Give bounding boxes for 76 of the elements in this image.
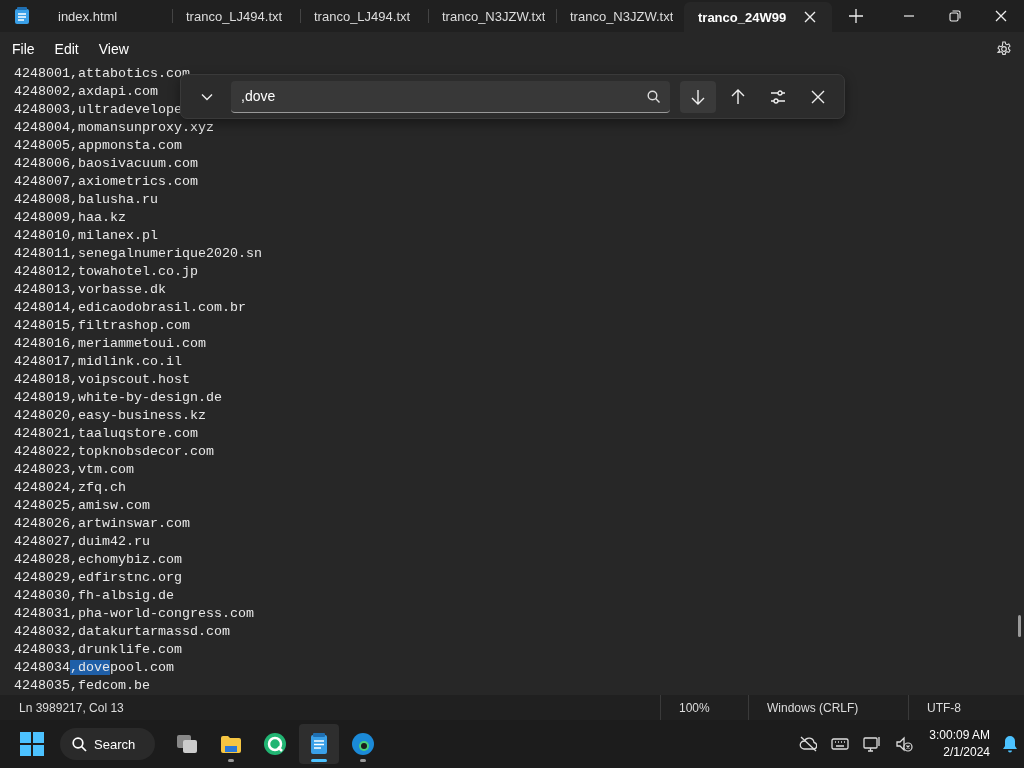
tab[interactable]: tranco_LJ494.txt — [300, 0, 428, 32]
text-line: 4248004,momansunproxy.xyz — [14, 119, 214, 137]
text-line: 4248010,milanex.pl — [14, 227, 158, 245]
keyboard-icon[interactable] — [831, 735, 850, 753]
tab[interactable]: tranco_N3JZW.txt — [556, 0, 684, 32]
close-icon[interactable] — [810, 88, 826, 105]
bell-icon[interactable] — [1002, 735, 1018, 753]
text-line: 4248001,attabotics.com — [14, 65, 190, 83]
text-line: 4248009,haa.kz — [14, 209, 126, 227]
text-line: 4248003,ultradevelope — [14, 101, 182, 119]
text-line: 4248023,vtm.com — [14, 461, 134, 479]
text-line: 4248018,voipscout.host — [14, 371, 190, 389]
text-line: 4248016,meriammetoui.com — [14, 335, 206, 353]
text-line: 4248006,baosivacuum.com — [14, 155, 198, 173]
encoding: UTF-8 — [927, 700, 961, 715]
sliders-icon[interactable] — [770, 88, 786, 105]
search-icon — [72, 736, 87, 752]
text-line: 4248012,towahotel.co.jp — [14, 263, 198, 281]
text-line: 4248022,topknobsdecor.com — [14, 443, 214, 461]
windows-icon[interactable] — [175, 732, 200, 756]
text-line: 4248015,filtrashop.com — [14, 317, 190, 335]
text-line: 4248011,senegalnumerique2020.sn — [14, 245, 262, 263]
plus-icon[interactable] — [849, 9, 863, 23]
tab[interactable]: tranco_LJ494.txt — [172, 0, 300, 32]
cursor-position: Ln 3989217, Col 13 — [18, 700, 125, 715]
chevron-down-icon[interactable] — [201, 92, 213, 101]
volume-muted-icon[interactable] — [895, 735, 914, 753]
start-icon[interactable] — [20, 732, 44, 756]
tab[interactable]: tranco_24W99 — [684, 2, 832, 32]
text-line: 4248034,dovepool.com — [14, 659, 174, 677]
zoom-level: 100% — [679, 700, 710, 715]
search-field[interactable]: ,dove — [231, 80, 670, 113]
taskbar-app[interactable] — [299, 724, 340, 764]
text-line: 4248021,taaluqstore.com — [14, 425, 198, 443]
text-line: 4248025,amisw.com — [14, 497, 150, 515]
close-icon[interactable] — [804, 11, 816, 23]
settings-icon[interactable] — [996, 40, 1012, 57]
clock-time[interactable]: 3:00:09 AM — [929, 727, 990, 744]
ring-app-icon[interactable] — [263, 732, 288, 756]
text-line: 4248019,white-by-design.de — [14, 389, 222, 407]
arrow-down-icon[interactable] — [690, 88, 706, 105]
cloud-off-icon[interactable] — [799, 735, 818, 753]
text-line: 4248008,balusha.ru — [14, 191, 158, 209]
arrow-up-icon[interactable] — [730, 88, 746, 105]
text-line: 4248026,artwinswar.com — [14, 515, 190, 533]
text-line: 4248013,vorbasse.dk — [14, 281, 166, 299]
menu-item[interactable]: File — [2, 35, 45, 62]
search-match: ,dove — [70, 660, 110, 675]
text-line: 4248035,fedcom.be — [14, 677, 150, 695]
notepad-icon — [14, 7, 30, 25]
clock-date[interactable]: 2/1/2024 — [943, 744, 990, 761]
text-line: 4248005,appmonsta.com — [14, 137, 182, 155]
text-line: 4248027,duim42.ru — [14, 533, 150, 551]
edge-icon[interactable] — [351, 732, 376, 756]
text-line: 4248024,zfq.ch — [14, 479, 126, 497]
search-box[interactable]: Search — [60, 728, 156, 760]
text-line: 4248017,midlink.co.il — [14, 353, 182, 371]
scrollbar-thumb[interactable] — [1018, 615, 1021, 637]
text-line: 4248014,edicaodobrasil.com.br — [14, 299, 246, 317]
search-icon[interactable] — [647, 89, 660, 103]
menu-item[interactable]: Edit — [44, 35, 89, 62]
line-ending: Windows (CRLF) — [767, 700, 859, 715]
tab[interactable]: index.html — [44, 0, 172, 32]
text-line: 4248029,edfirstnc.org — [14, 569, 182, 587]
text-line: 4248020,easy-business.kz — [14, 407, 206, 425]
close-icon[interactable] — [995, 10, 1007, 22]
text-line: 4248028,echomybiz.com — [14, 551, 182, 569]
text-line: 4248007,axiometrics.com — [14, 173, 198, 191]
text-line: 4248030,fh-albsig.de — [14, 587, 174, 605]
text-line: 4248033,drunklife.com — [14, 641, 182, 659]
tab[interactable]: tranco_N3JZW.txt — [428, 0, 556, 32]
restore-icon[interactable] — [949, 10, 961, 22]
text-line: 4248032,datakurtarmassd.com — [14, 623, 230, 641]
text-line: 4248031,pha-world-congress.com — [14, 605, 254, 623]
menu-item[interactable]: View — [88, 35, 139, 62]
text-line: 4248002,axdapi.com — [14, 83, 158, 101]
